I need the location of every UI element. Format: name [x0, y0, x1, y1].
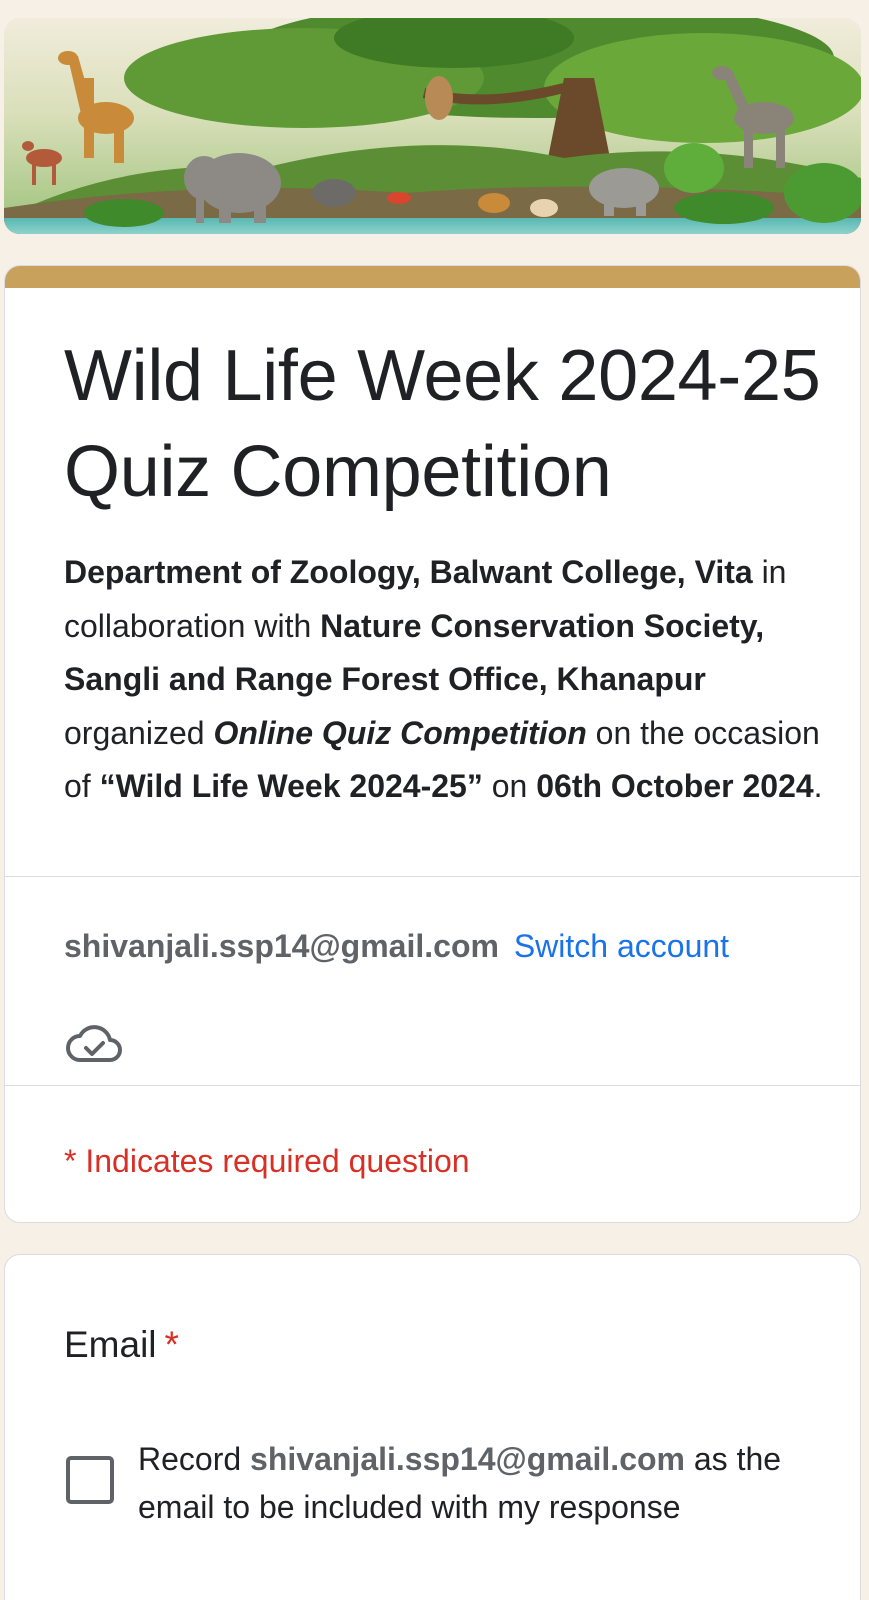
section-divider — [5, 1085, 860, 1086]
description-on: on — [482, 768, 537, 804]
record-email-checkbox[interactable] — [66, 1456, 114, 1504]
description-event: Online Quiz Competition — [213, 714, 587, 751]
section-divider — [5, 876, 860, 877]
switch-account-link[interactable]: Switch account — [514, 928, 729, 964]
wildlife-banner-image — [4, 18, 861, 234]
record-email: shivanjali.ssp14@gmail.com — [250, 1441, 685, 1477]
email-question-card: Email * Record shivanjali.ssp14@gmail.com… — [4, 1254, 861, 1600]
email-question-label: Email * — [64, 1323, 179, 1367]
account-row: shivanjali.ssp14@gmail.com Switch accoun… — [64, 926, 729, 966]
required-question-note: * Indicates required question — [64, 1143, 470, 1179]
description-date: 06th October 2024 — [536, 768, 814, 804]
form-description: Department of Zoology, Balwant College, … — [64, 546, 824, 814]
form-title: Wild Life Week 2024-25 Quiz Competition — [64, 336, 821, 512]
description-org: Department of Zoology, Balwant College, … — [64, 554, 753, 590]
required-star: * — [164, 1324, 179, 1365]
description-organized: organized — [64, 714, 214, 751]
email-label-text: Email — [64, 1324, 157, 1365]
description-end: . — [813, 768, 823, 804]
form-header-card: Wild Life Week 2024-25 Quiz Competition … — [4, 265, 861, 1223]
record-email-label[interactable]: Record shivanjali.ssp14@gmail.com as the… — [138, 1435, 838, 1531]
header-accent-bar — [5, 266, 860, 288]
record-prefix: Record — [138, 1441, 251, 1477]
account-email: shivanjali.ssp14@gmail.com — [64, 928, 499, 964]
form-page: Wild Life Week 2024-25 Quiz Competition … — [0, 0, 869, 1600]
description-occasion: “Wild Life Week 2024-25” — [99, 768, 483, 804]
header-banner-image — [4, 18, 861, 234]
cloud-check-icon — [66, 1025, 122, 1062]
